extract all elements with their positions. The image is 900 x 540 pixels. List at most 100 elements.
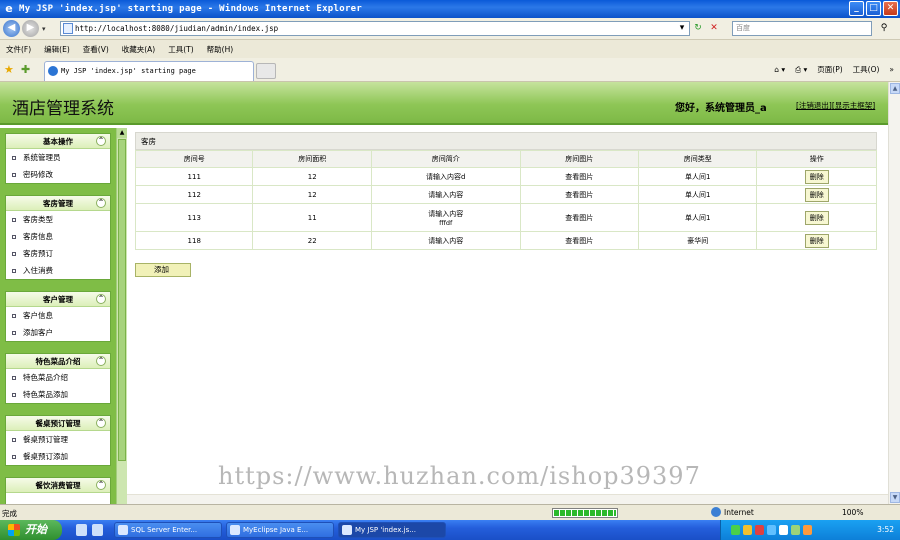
- taskbar-item-sqlserver[interactable]: SQL Server Enter...: [114, 522, 222, 538]
- tray-icon[interactable]: [731, 525, 740, 535]
- delete-button[interactable]: 删除: [804, 187, 829, 202]
- print-icon[interactable]: ⎙ ▾: [795, 65, 807, 75]
- cell-actions: 删除: [756, 231, 877, 250]
- delete-button[interactable]: 删除: [804, 233, 829, 248]
- sidebar-group-header[interactable]: 特色菜品介绍 ^: [6, 354, 110, 369]
- tray-icon[interactable]: [767, 525, 776, 535]
- browser-tab[interactable]: My JSP 'index.jsp' starting page: [44, 61, 254, 81]
- cell-room-intro: 请输入内容: [370, 185, 521, 204]
- more-icon[interactable]: »: [889, 65, 894, 74]
- sidebar-item-add-customer[interactable]: 添加客户: [6, 324, 110, 341]
- view-picture-link[interactable]: 查看图片: [519, 167, 640, 186]
- menu-view[interactable]: 查看(V): [83, 44, 109, 55]
- tab-page-icon: [48, 66, 58, 76]
- collapse-icon[interactable]: ^: [96, 356, 106, 366]
- new-tab-button[interactable]: [256, 63, 276, 79]
- col-room-area: 房间面积: [252, 150, 372, 168]
- sidebar-group-header[interactable]: 餐桌预订管理 ^: [6, 416, 110, 431]
- forward-button[interactable]: ▶: [22, 20, 39, 37]
- tray-icon[interactable]: [791, 525, 800, 535]
- tray-icon[interactable]: [803, 525, 812, 535]
- search-icon[interactable]: ⚲: [874, 22, 894, 35]
- cell-room-no: 113: [134, 203, 254, 232]
- taskbar-item-myeclipse[interactable]: MyEclipse Java E...: [226, 522, 334, 538]
- app-header: 酒店管理系统 您好，系统管理员_a [注销退出][显示主框架]: [0, 82, 888, 125]
- sidebar-item-checkin[interactable]: 入住消费: [6, 262, 110, 279]
- view-picture-link[interactable]: 查看图片: [519, 185, 640, 204]
- quick-launch: [76, 524, 103, 536]
- tray-icon[interactable]: [755, 525, 764, 535]
- collapse-icon[interactable]: ^: [96, 294, 106, 304]
- sidebar-group-header[interactable]: 客房管理 ^: [6, 196, 110, 211]
- sidebar-item-table-booking[interactable]: 餐桌预订管理: [6, 431, 110, 448]
- app-icon: [118, 525, 128, 535]
- horizontal-scrollbar[interactable]: [127, 494, 888, 504]
- sidebar-item-admin[interactable]: 系统管理员: [6, 149, 110, 166]
- table-header-row: 房间号 房间面积 房间简介 房间图片 房间类型 操作: [134, 150, 877, 168]
- sidebar-item-room-type[interactable]: 客房类型: [6, 211, 110, 228]
- address-dropdown-icon[interactable]: ▾: [676, 22, 688, 35]
- page-scrollbar[interactable]: ▲ ▼: [888, 82, 900, 504]
- menu-tools[interactable]: 工具(T): [168, 44, 193, 55]
- menu-favorites[interactable]: 收藏夹(A): [122, 44, 155, 55]
- sidebar-item-customer-info[interactable]: 客户信息: [6, 307, 110, 324]
- close-button[interactable]: ✕: [883, 1, 898, 16]
- sidebar-item-room-booking[interactable]: 客房预订: [6, 245, 110, 262]
- view-picture-link[interactable]: 查看图片: [519, 231, 640, 250]
- favorites-star-icon[interactable]: ★: [4, 63, 14, 76]
- address-bar[interactable]: http://localhost:8080/jiudian/admin/inde…: [60, 21, 690, 36]
- view-picture-link[interactable]: 查看图片: [519, 203, 640, 232]
- sidebar-item-room-info[interactable]: 客房信息: [6, 228, 110, 245]
- taskbar-item-ie[interactable]: My JSP 'index.js...: [338, 522, 446, 538]
- sidebar-scroll-thumb[interactable]: [118, 139, 126, 461]
- sidebar-item-dish-add[interactable]: 特色菜品添加: [6, 386, 110, 403]
- show-main-link[interactable]: [显示主框架]: [832, 101, 875, 110]
- minimize-button[interactable]: _: [849, 1, 864, 16]
- collapse-icon[interactable]: ^: [96, 136, 106, 146]
- col-room-type: 房间类型: [637, 150, 758, 168]
- menu-file[interactable]: 文件(F): [6, 44, 31, 55]
- page-menu[interactable]: 页面(P): [817, 64, 842, 75]
- sidebar-group-header[interactable]: 客户管理 ^: [6, 292, 110, 307]
- collapse-icon[interactable]: ^: [96, 418, 106, 428]
- ie-logo-icon: e: [5, 2, 13, 15]
- add-room-button[interactable]: 添加: [135, 263, 191, 277]
- back-button[interactable]: ◀: [3, 20, 20, 37]
- scroll-up-icon[interactable]: ▲: [890, 83, 900, 94]
- home-icon[interactable]: ⌂ ▾: [774, 65, 785, 74]
- sidebar-group-header[interactable]: 餐饮消费管理 ^: [6, 478, 110, 493]
- search-input[interactable]: 百度: [732, 21, 872, 36]
- sidebar-scrollbar[interactable]: ▲: [116, 128, 127, 504]
- delete-button[interactable]: 删除: [804, 169, 829, 184]
- windows-flag-icon: [8, 524, 20, 536]
- sidebar-item-dish-intro[interactable]: 特色菜品介绍: [6, 369, 110, 386]
- stop-icon[interactable]: ✕: [708, 22, 720, 35]
- cell-room-intro: 请输入内容d: [370, 167, 521, 186]
- history-dropdown-icon[interactable]: ▾: [42, 25, 46, 33]
- tray-icon[interactable]: [743, 525, 752, 535]
- sidebar-group-header[interactable]: 基本操作 ^: [6, 134, 110, 149]
- ie-quick-icon[interactable]: [92, 524, 103, 536]
- sidebar-item-password[interactable]: 密码修改: [6, 166, 110, 183]
- menu-help[interactable]: 帮助(H): [207, 44, 234, 55]
- sidebar-group-dining: 餐饮消费管理 ^: [5, 477, 111, 504]
- scroll-up-icon[interactable]: ▲: [117, 128, 127, 138]
- scroll-down-icon[interactable]: ▼: [890, 492, 900, 503]
- menu-edit[interactable]: 编辑(E): [44, 44, 70, 55]
- sidebar-item-table-add[interactable]: 餐桌预订添加: [6, 448, 110, 465]
- intro-line-2: fffdf: [439, 218, 453, 227]
- refresh-icon[interactable]: ↻: [692, 22, 704, 35]
- window-title-bar[interactable]: e My JSP 'index.jsp' starting page - Win…: [0, 0, 900, 18]
- maximize-button[interactable]: □: [866, 1, 881, 16]
- delete-button[interactable]: 删除: [804, 210, 829, 225]
- logout-link[interactable]: [注销退出]: [796, 101, 832, 110]
- desktop-icon[interactable]: [76, 524, 87, 536]
- tray-icon[interactable]: [779, 525, 788, 535]
- collapse-icon[interactable]: ^: [96, 198, 106, 208]
- add-favorites-icon[interactable]: ✚: [21, 63, 30, 76]
- start-button[interactable]: 开始: [0, 520, 62, 540]
- zoom-level[interactable]: 100%: [842, 508, 863, 517]
- collapse-icon[interactable]: ^: [96, 480, 106, 490]
- tools-menu[interactable]: 工具(O): [853, 64, 880, 75]
- cell-room-no: 118: [134, 231, 254, 250]
